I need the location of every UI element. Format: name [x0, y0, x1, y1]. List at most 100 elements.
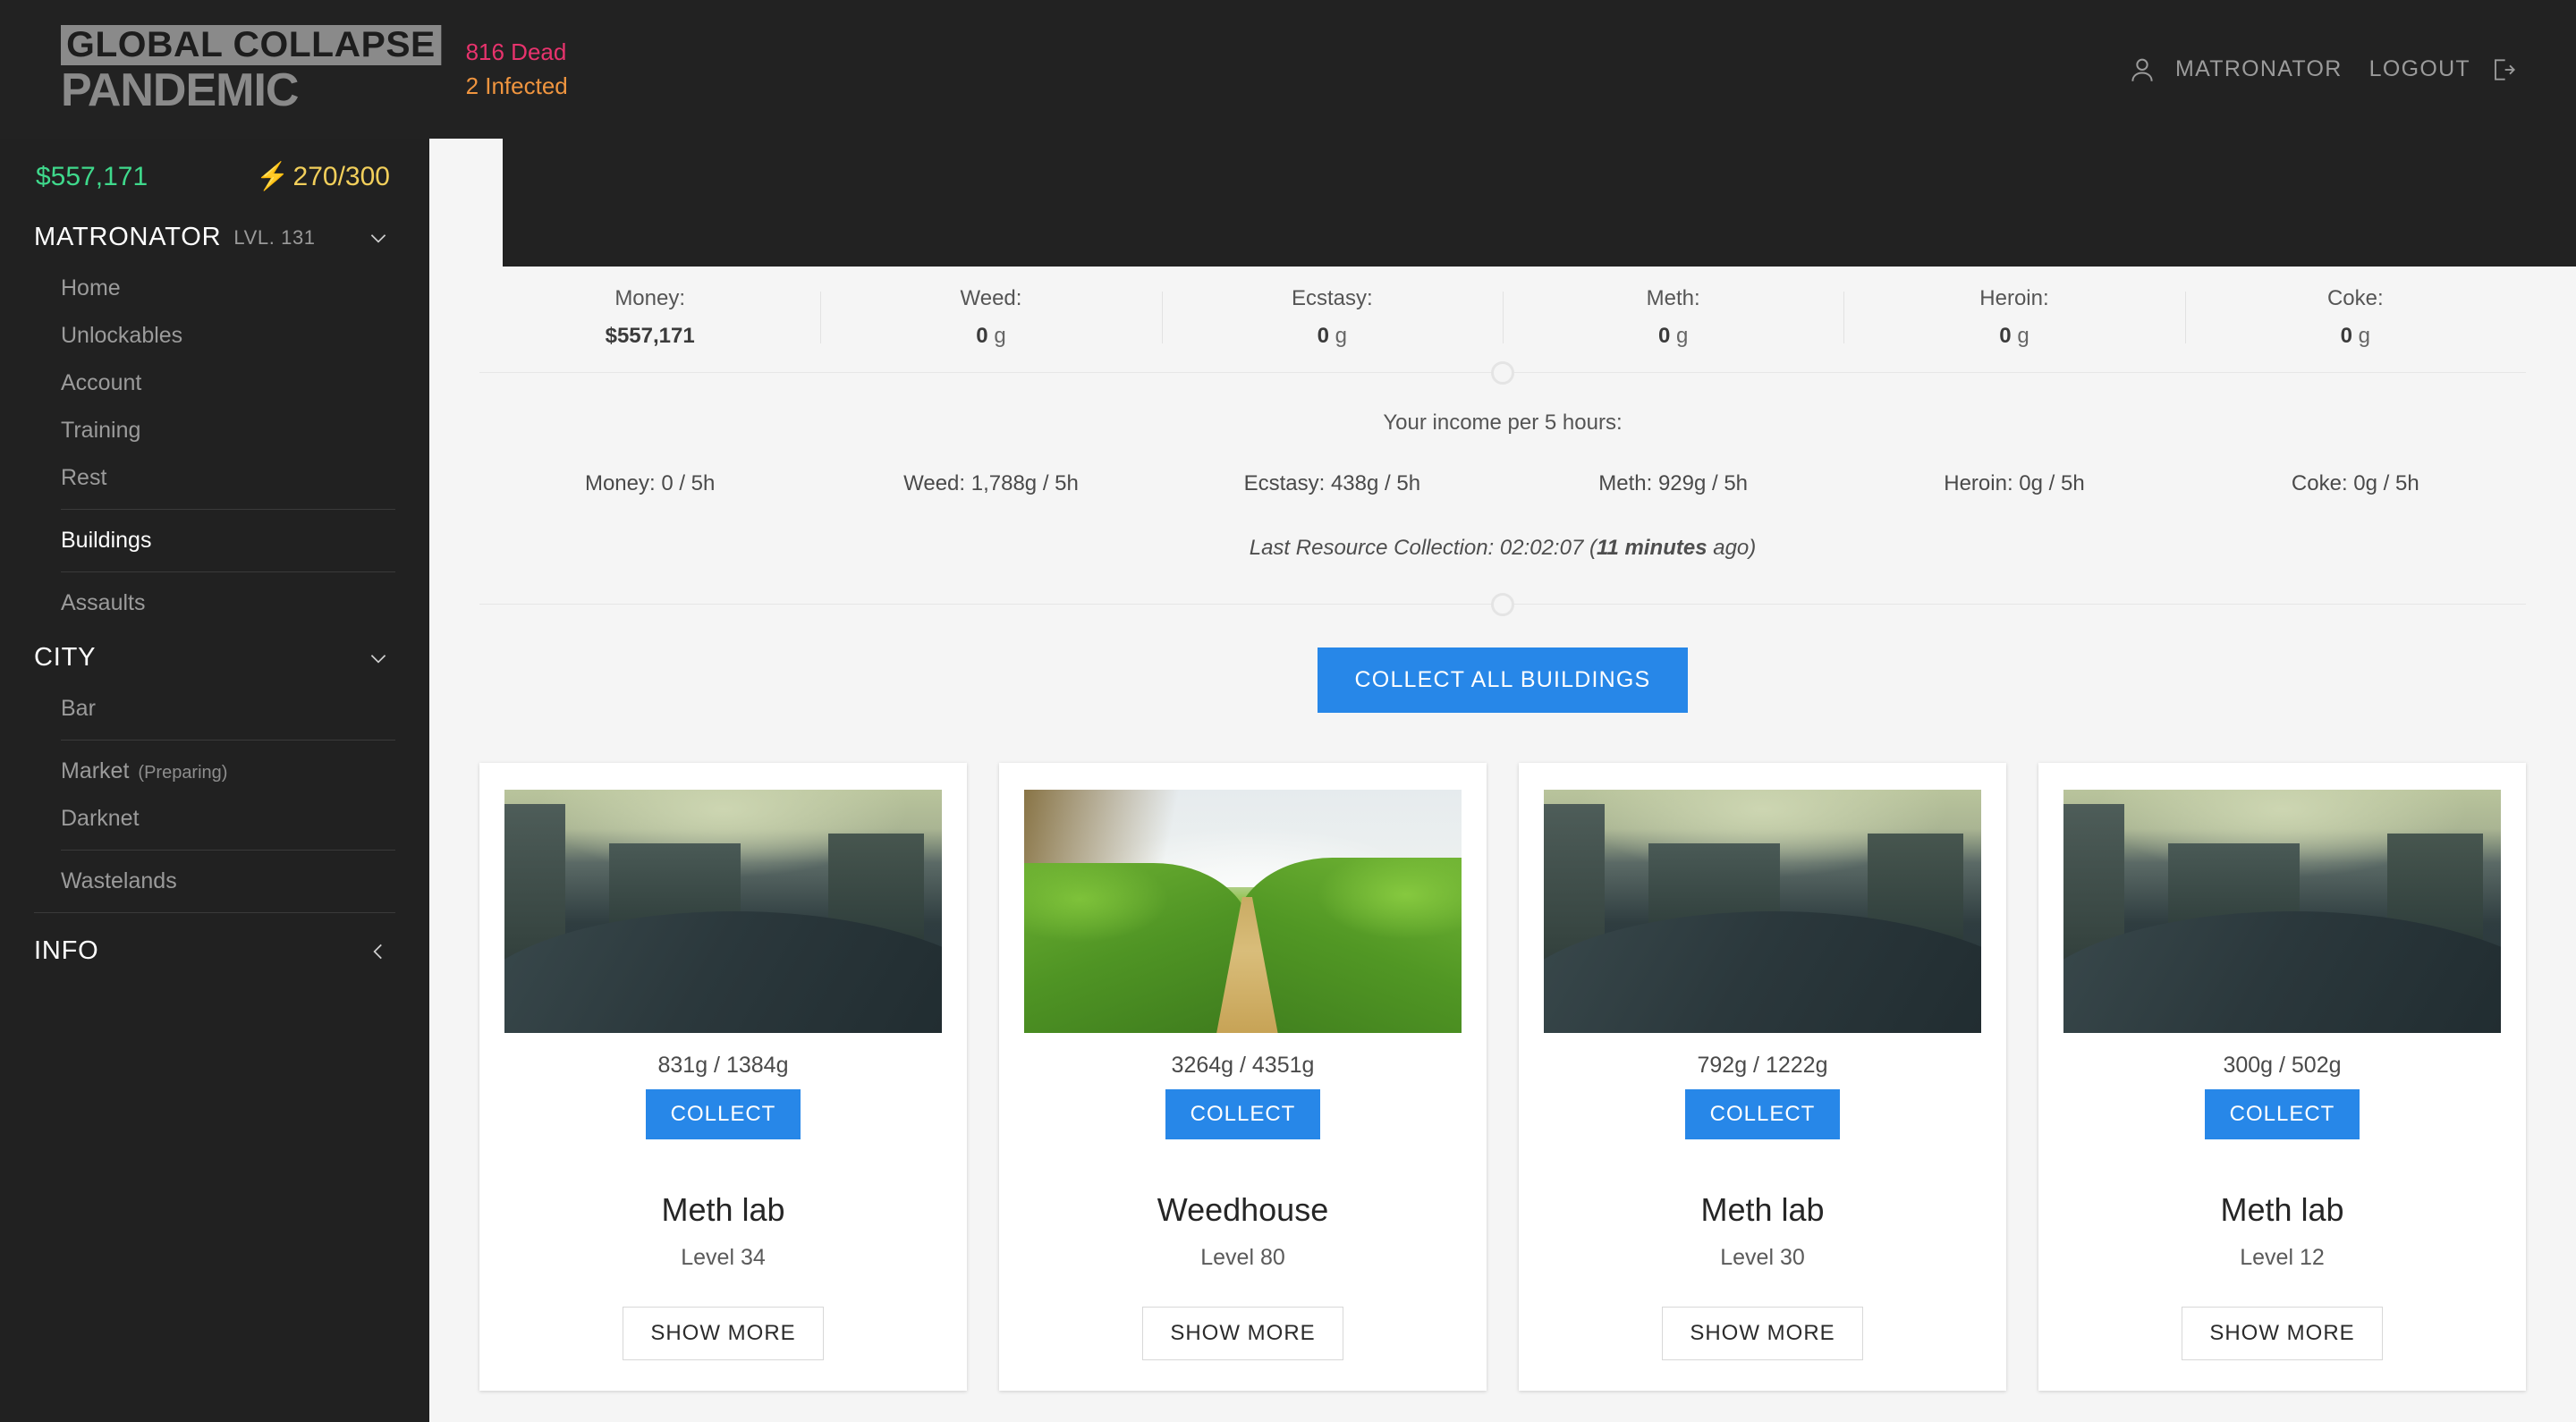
stat-value: 0 g [2341, 324, 2370, 349]
resource-stats-row: Money: $557,171 Weed: 0 g Ecstasy: 0 g M… [479, 267, 2526, 372]
sidebar-player-links: Home Unlockables Account Training Rest B… [0, 265, 429, 627]
logo-line-global-collapse: GLOBAL COLLAPSE [61, 25, 441, 65]
building-title: Weedhouse [1157, 1191, 1329, 1228]
global-kpi-block: 816 Dead 2 Infected [466, 38, 568, 100]
stat-number: 0 [1999, 324, 2012, 348]
logo-line-pandemic: PANDEMIC [61, 64, 299, 116]
show-more-button[interactable]: SHOW MORE [1142, 1307, 1343, 1360]
chevron-down-icon[interactable] [367, 647, 390, 670]
content-scroll-area: Money: $557,171 Weed: 0 g Ecstasy: 0 g M… [429, 139, 2576, 1422]
sidebar-divider [61, 850, 395, 851]
show-more-button[interactable]: SHOW MORE [1662, 1307, 1863, 1360]
stat-unit: g [1335, 324, 1348, 348]
sidebar-item-account[interactable]: Account [34, 360, 395, 407]
sidebar-item-buildings[interactable]: Buildings [34, 517, 395, 564]
stat-heroin: Heroin: 0 g [1843, 286, 2184, 349]
sidebar-item-training[interactable]: Training [34, 407, 395, 454]
last-collection-prefix: Last Resource Collection: 02:02:07 ( [1249, 536, 1597, 560]
stat-label: Money: [614, 286, 686, 310]
lightning-bolt-icon: ⚡ [256, 162, 290, 191]
meth-lab-image [504, 790, 942, 1033]
sidebar-info-title: INFO [34, 936, 99, 965]
sidebar-item-unlockables[interactable]: Unlockables [34, 312, 395, 360]
collect-button[interactable]: COLLECT [645, 1089, 801, 1139]
stat-label: Weed: [960, 286, 1022, 310]
sidebar-section-info[interactable]: INFO [0, 920, 429, 978]
image-detail [1867, 833, 1964, 970]
game-logo[interactable]: GLOBAL COLLAPSE PANDEMIC [61, 25, 441, 116]
logout-label: LOGOUT [2368, 56, 2470, 81]
person-icon [2127, 55, 2157, 85]
stat-value: 0 g [976, 324, 1005, 349]
sidebar-section-player[interactable]: MATRONATOR LVL. 131 [0, 207, 429, 265]
stat-value: $557,171 [606, 324, 695, 349]
last-collection-text: Last Resource Collection: 02:02:07 (11 m… [429, 496, 2576, 604]
building-title: Meth lab [2220, 1191, 2344, 1228]
sidebar-item-market-status: (Preparing) [138, 763, 228, 783]
sidebar-item-home[interactable]: Home [34, 265, 395, 312]
stat-unit: g [1675, 324, 1689, 348]
sidebar-item-bar[interactable]: Bar [34, 685, 395, 732]
sidebar-divider [61, 571, 395, 572]
stat-meth: Meth: 0 g [1502, 286, 1843, 349]
image-detail [2386, 833, 2484, 970]
income-money: Money: 0 / 5h [584, 471, 716, 495]
sidebar-item-market[interactable]: Market (Preparing) [34, 748, 395, 795]
chevron-down-icon[interactable] [367, 226, 390, 250]
image-detail [504, 804, 566, 1009]
collect-button[interactable]: COLLECT [2204, 1089, 2360, 1139]
stat-number: 0 [1317, 324, 1329, 348]
stat-label: Meth: [1646, 286, 1700, 310]
sidebar-item-rest[interactable]: Rest [34, 454, 395, 502]
stat-value: 0 g [1999, 324, 2029, 349]
sidebar-item-assaults[interactable]: Assaults [34, 580, 395, 627]
stat-ecstasy: Ecstasy: 0 g [1161, 286, 1503, 349]
image-detail [827, 833, 925, 970]
sidebar-item-market-label: Market [61, 758, 130, 783]
meth-lab-image [2063, 790, 2501, 1033]
sidebar-player-name: MATRONATOR [34, 223, 222, 251]
show-more-button[interactable]: SHOW MORE [2182, 1307, 2383, 1360]
sidebar-section-city[interactable]: CITY [0, 627, 429, 685]
image-detail [1024, 862, 1252, 1033]
stat-label: Heroin: [1979, 286, 2049, 310]
building-amount: 3264g / 4351g [1171, 1053, 1315, 1078]
app-root: GLOBAL COLLAPSE PANDEMIC 816 Dead 2 Infe… [0, 0, 2576, 1422]
stat-value: 0 g [1318, 324, 1347, 349]
income-row: Money: 0 / 5h Weed: 1,788g / 5h Ecstasy:… [479, 436, 2526, 496]
show-more-button[interactable]: SHOW MORE [623, 1307, 824, 1360]
stat-number: $557,171 [605, 324, 695, 348]
logout-button[interactable]: LOGOUT [2369, 55, 2517, 84]
collect-button[interactable]: COLLECT [1684, 1089, 1841, 1139]
image-detail [2063, 804, 2125, 1009]
sidebar-item-wastelands[interactable]: Wastelands [34, 858, 395, 905]
building-card: 300g / 502g COLLECT Meth lab Level 12 SH… [2038, 763, 2526, 1391]
stat-label: Coke: [2326, 286, 2384, 310]
user-menu[interactable]: MATRONATOR [2127, 55, 2343, 85]
main-content: Money: $557,171 Weed: 0 g Ecstasy: 0 g M… [429, 139, 2576, 1422]
sidebar-money: $557,171 [36, 162, 148, 191]
last-collection-suffix: ago) [1707, 536, 1757, 560]
sidebar-city-links: Bar Market (Preparing) Darknet Wastelands [0, 685, 429, 905]
sidebar-divider [34, 912, 395, 913]
last-collection-elapsed: 11 minutes [1596, 536, 1707, 560]
collect-all-buildings-button[interactable]: COLLECT ALL BUILDINGS [1317, 648, 1689, 713]
income-meth: Meth: 929g / 5h [1598, 471, 1749, 495]
weedhouse-image [1024, 790, 1462, 1033]
section-divider-top [479, 360, 2526, 385]
stat-money: Money: $557,171 [479, 286, 820, 349]
buildings-card-grid: 831g / 1384g COLLECT Meth lab Level 34 S… [429, 713, 2576, 1391]
sidebar-divider [61, 740, 395, 741]
sidebar-energy: ⚡ 270/300 [256, 162, 390, 192]
collect-all-wrapper: COLLECT ALL BUILDINGS [429, 605, 2576, 713]
image-detail [1544, 804, 1606, 1009]
body-region: $557,171 ⚡ 270/300 MATRONATOR LVL. 131 H… [0, 139, 2576, 1422]
stat-unit: g [2017, 324, 2029, 348]
sidebar-divider [61, 509, 395, 510]
sidebar-energy-value: 270/300 [292, 162, 390, 191]
sidebar: $557,171 ⚡ 270/300 MATRONATOR LVL. 131 H… [0, 139, 429, 1422]
collect-button[interactable]: COLLECT [1165, 1089, 1321, 1139]
sidebar-item-darknet[interactable]: Darknet [34, 795, 395, 842]
stat-unit: g [994, 324, 1006, 348]
chevron-left-icon[interactable] [367, 940, 390, 963]
